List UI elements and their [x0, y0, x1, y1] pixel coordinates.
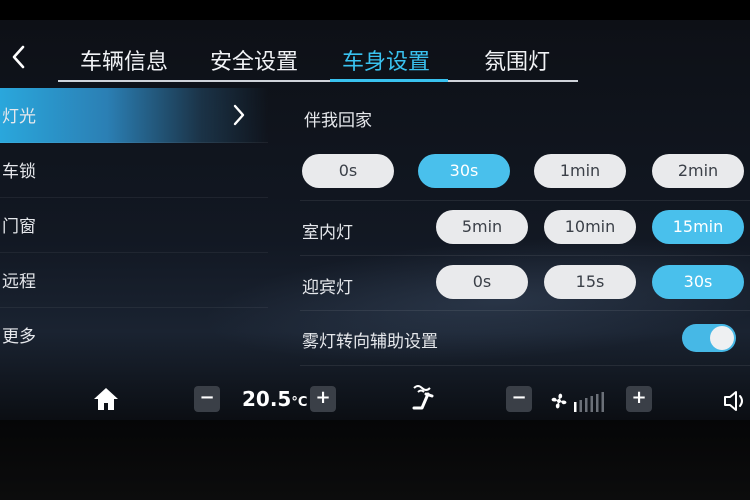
back-arrow-icon[interactable]	[8, 44, 30, 70]
row-divider	[300, 365, 750, 366]
temperature-value: 20.5	[242, 387, 292, 411]
chevron-right-icon	[233, 104, 245, 126]
row-divider	[300, 255, 750, 256]
temp-increase-button[interactable]: +	[310, 386, 336, 412]
toggle-knob	[710, 326, 734, 350]
temperature-unit: °C	[291, 395, 308, 410]
row-divider	[300, 200, 750, 201]
fan-level-bar	[585, 398, 588, 412]
follow-me-home-option-0s[interactable]: 0s	[302, 154, 394, 188]
row-divider	[300, 310, 750, 311]
tab-bar: 车辆信息 安全设置 车身设置 氛围灯	[58, 38, 578, 82]
temperature-readout: 20.5°C	[242, 387, 307, 411]
fan-level-bar	[574, 402, 577, 412]
tab-ambient-light[interactable]: 氛围灯	[484, 44, 550, 76]
sidebar-item-windows[interactable]: 门窗	[0, 198, 268, 253]
tab-vehicle-info[interactable]: 车辆信息	[80, 44, 168, 76]
screen-bezel	[0, 420, 750, 500]
fan-level-bar	[601, 392, 604, 412]
volume-icon[interactable]	[722, 388, 750, 414]
welcome-light-label: 迎宾灯	[302, 278, 353, 298]
follow-me-home-option-1min[interactable]: 1min	[534, 154, 626, 188]
welcome-light-option-30s[interactable]: 30s	[652, 265, 744, 299]
home-icon[interactable]	[92, 385, 120, 413]
sidebar-item-label: 更多	[2, 327, 36, 347]
sidebar-item-locks[interactable]: 车锁	[0, 143, 268, 198]
screen: 车辆信息 安全设置 车身设置 氛围灯 灯光 车锁 门窗 远程 更多 伴我回家 0…	[0, 20, 750, 420]
temp-decrease-button[interactable]: −	[194, 386, 220, 412]
fan-icon	[551, 393, 567, 409]
fan-level-bar	[590, 396, 593, 412]
interior-light-option-10min[interactable]: 10min	[544, 210, 636, 244]
interior-light-label: 室内灯	[302, 223, 353, 243]
fan-level-bars	[574, 392, 604, 412]
interior-light-option-5min[interactable]: 5min	[436, 210, 528, 244]
fan-decrease-button[interactable]: −	[506, 386, 532, 412]
interior-light-option-15min[interactable]: 15min	[652, 210, 744, 244]
fan-level-bar	[579, 400, 582, 412]
welcome-light-option-0s[interactable]: 0s	[436, 265, 528, 299]
sidebar-item-lights[interactable]: 灯光	[0, 88, 268, 143]
sidebar-item-remote[interactable]: 远程	[0, 253, 268, 308]
active-tab-indicator	[330, 79, 448, 82]
sidebar-item-label: 门窗	[2, 217, 36, 237]
follow-me-home-label: 伴我回家	[304, 111, 372, 131]
sidebar-item-more[interactable]: 更多	[0, 308, 268, 363]
fan-increase-button[interactable]: +	[626, 386, 652, 412]
tab-body-settings[interactable]: 车身设置	[342, 44, 430, 76]
tab-safety-settings[interactable]: 安全设置	[210, 44, 298, 76]
welcome-light-option-15s[interactable]: 15s	[544, 265, 636, 299]
follow-me-home-option-2min[interactable]: 2min	[652, 154, 744, 188]
follow-me-home-option-30s[interactable]: 30s	[418, 154, 510, 188]
fan-level-bar	[596, 394, 599, 412]
fog-light-assist-label: 雾灯转向辅助设置	[302, 332, 438, 352]
fog-light-assist-toggle[interactable]	[682, 324, 736, 352]
sidebar-item-label: 车锁	[2, 162, 36, 182]
sidebar-item-label: 灯光	[2, 107, 36, 127]
sidebar-item-label: 远程	[2, 272, 36, 292]
seat-airflow-icon[interactable]	[408, 382, 438, 414]
